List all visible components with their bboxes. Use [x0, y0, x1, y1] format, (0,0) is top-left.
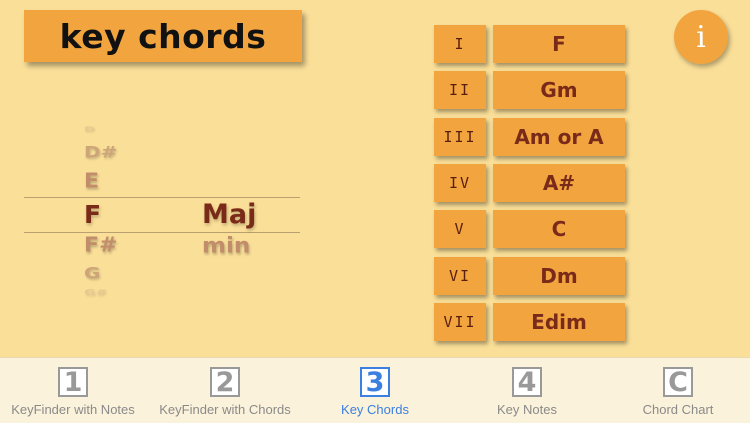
degree-numeral[interactable]: I — [434, 25, 486, 63]
tab-keyfinder-chords[interactable]: 2 KeyFinder with Chords — [150, 358, 300, 423]
degree-numeral[interactable]: III — [434, 118, 486, 156]
page-title: key chords — [59, 16, 267, 56]
number-2-icon: 2 — [210, 367, 240, 398]
degree-numeral[interactable]: II — [434, 71, 486, 109]
chord-button[interactable]: A# — [493, 164, 625, 202]
chord-button[interactable]: Am or A — [493, 118, 625, 156]
tab-key-notes[interactable]: 4 Key Notes — [452, 358, 602, 423]
letter-c-icon: C — [663, 367, 693, 398]
tab-chord-chart[interactable]: C Chord Chart — [603, 358, 750, 423]
degree-numeral[interactable]: VI — [434, 257, 486, 295]
chord-button[interactable]: Edim — [493, 303, 625, 341]
tab-bar: 1 KeyFinder with Notes 2 KeyFinder with … — [0, 357, 750, 423]
chord-button[interactable]: Dm — [493, 257, 625, 295]
tab-label: Chord Chart — [642, 402, 714, 417]
picker-quality-selected[interactable]: Maj — [202, 199, 256, 230]
picker-note-option[interactable]: E — [84, 170, 99, 193]
picker-note-option[interactable]: F# — [84, 234, 117, 257]
picker-note-option[interactable]: G — [84, 263, 100, 282]
number-3-icon: 3 — [360, 367, 390, 398]
degree-numeral[interactable]: IV — [434, 164, 486, 202]
degree-numeral[interactable]: V — [434, 210, 486, 248]
tab-label: Key Notes — [497, 402, 557, 417]
picker-note-option[interactable]: D — [84, 125, 95, 133]
tab-label: KeyFinder with Notes — [11, 402, 135, 417]
info-button[interactable]: i — [674, 10, 728, 64]
page-title-box: key chords — [24, 10, 302, 62]
tab-label: KeyFinder with Chords — [159, 402, 291, 417]
info-icon: i — [696, 19, 706, 55]
picker-quality-option[interactable]: min — [202, 234, 250, 258]
chord-button[interactable]: F — [493, 25, 625, 63]
key-picker[interactable]: D D# E F F# G G# Maj min — [24, 120, 300, 310]
picker-note-selected[interactable]: F — [84, 200, 101, 229]
picker-selection-line-top — [24, 197, 300, 198]
number-1-icon: 1 — [58, 367, 88, 398]
tab-label: Key Chords — [341, 402, 409, 417]
degree-numeral[interactable]: VII — [434, 303, 486, 341]
tab-key-chords[interactable]: 3 Key Chords — [300, 358, 450, 423]
number-4-icon: 4 — [512, 367, 542, 398]
chord-button[interactable]: C — [493, 210, 625, 248]
tab-keyfinder-notes[interactable]: 1 KeyFinder with Notes — [0, 358, 148, 423]
picker-note-option[interactable]: G# — [84, 289, 107, 298]
chord-button[interactable]: Gm — [493, 71, 625, 109]
picker-note-option[interactable]: D# — [84, 142, 117, 161]
picker-selection-line-bottom — [24, 232, 300, 233]
